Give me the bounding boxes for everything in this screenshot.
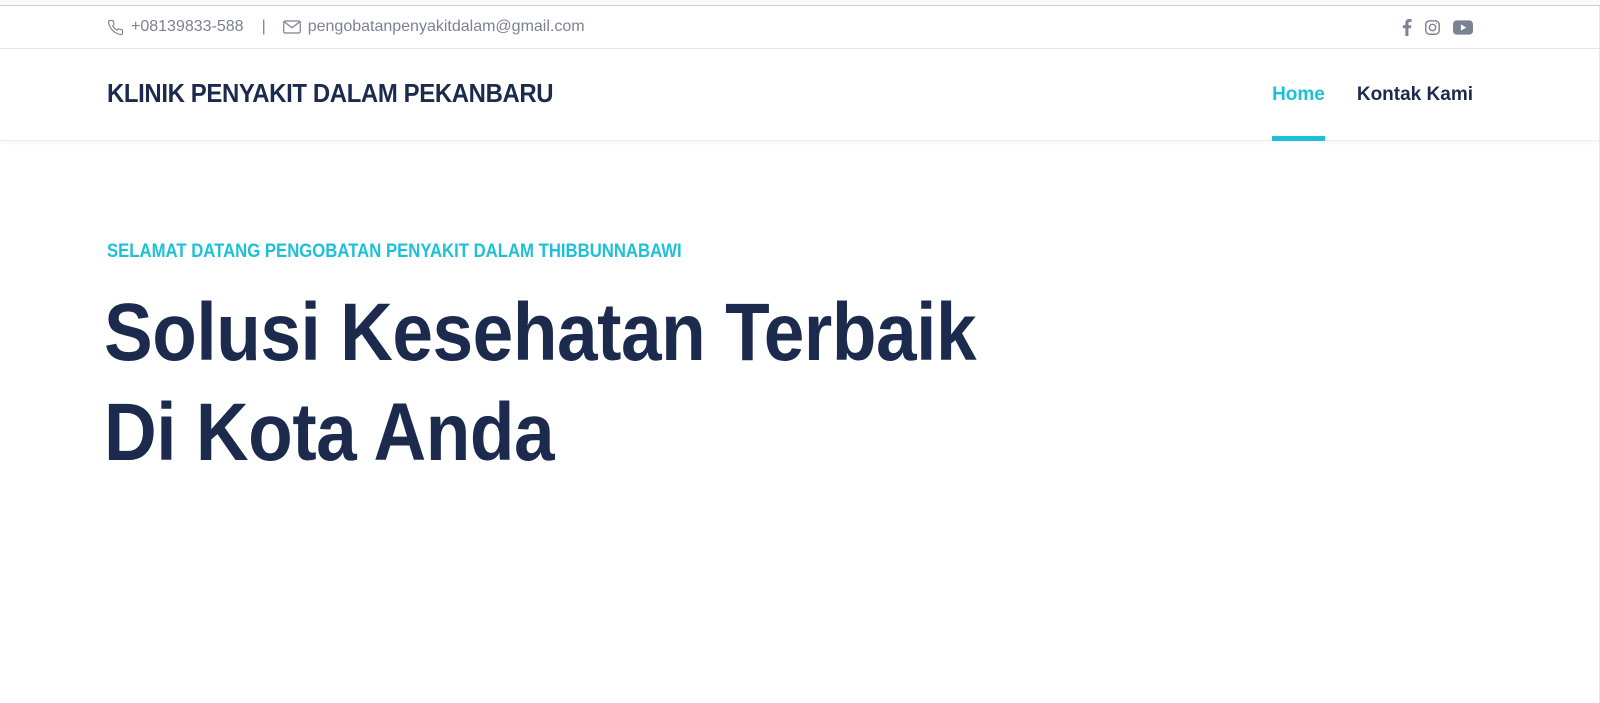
facebook-icon[interactable]	[1402, 18, 1412, 36]
hero-title-line-2: Di Kota Anda	[104, 387, 555, 478]
page: +08139833-588 | pengobatanpenyakitdalam@…	[0, 0, 1600, 703]
main-nav: Home Kontak Kami	[1272, 49, 1473, 141]
site-brand[interactable]: KLINIK PENYAKIT DALAM PEKANBARU	[107, 78, 554, 109]
contact-info: +08139833-588 | pengobatanpenyakitdalam@…	[107, 18, 585, 36]
instagram-icon[interactable]	[1424, 19, 1441, 36]
phone-icon	[107, 19, 124, 36]
youtube-icon[interactable]	[1453, 19, 1473, 35]
main-header: KLINIK PENYAKIT DALAM PEKANBARU Home Kon…	[0, 49, 1600, 141]
social-links	[1402, 18, 1473, 36]
hero-title: Solusi Kesehatan Terbaik Di Kota Anda	[104, 283, 977, 483]
nav-item-kontak-kami[interactable]: Kontak Kami	[1357, 49, 1473, 141]
email-address[interactable]: pengobatanpenyakitdalam@gmail.com	[308, 18, 585, 36]
hero-subtitle: SELAMAT DATANG PENGOBATAN PENYAKIT DALAM…	[107, 241, 682, 262]
phone-number[interactable]: +08139833-588	[131, 18, 244, 36]
nav-item-home[interactable]: Home	[1272, 49, 1325, 141]
contact-separator: |	[261, 18, 266, 35]
top-bar: +08139833-588 | pengobatanpenyakitdalam@…	[0, 6, 1600, 49]
hero-title-line-1: Solusi Kesehatan Terbaik	[104, 287, 977, 378]
envelope-icon	[282, 20, 301, 34]
